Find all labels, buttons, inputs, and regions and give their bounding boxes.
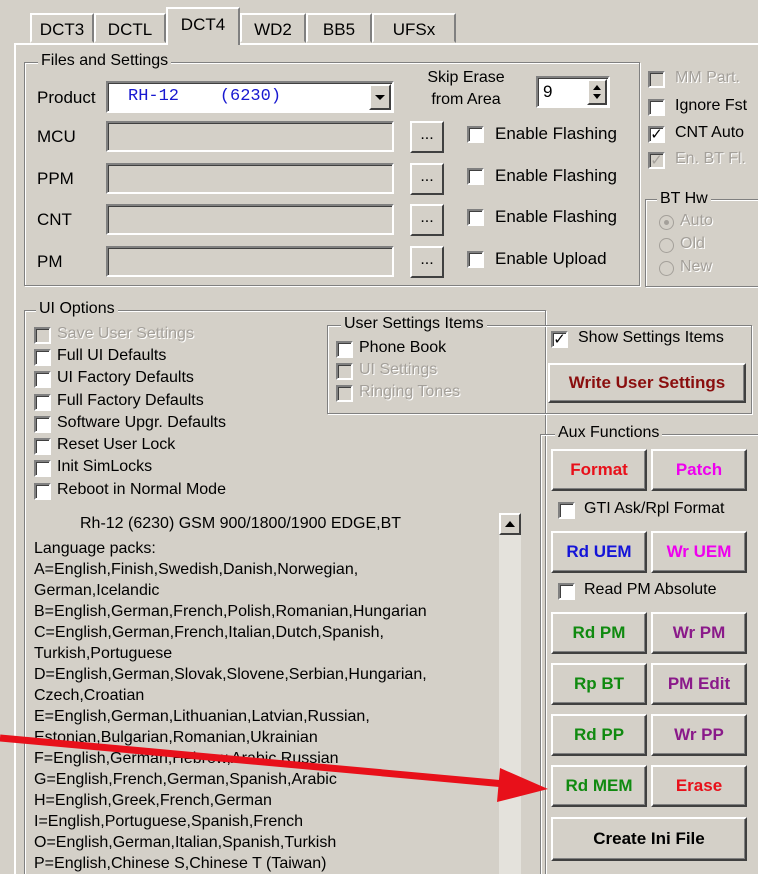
annotation-arrow-icon bbox=[0, 734, 548, 802]
tab-dct4[interactable]: DCT4 bbox=[166, 7, 240, 45]
app-window: DCT3 DCTL DCT4 WD2 BB5 UFSx Files and Se… bbox=[0, 0, 758, 874]
